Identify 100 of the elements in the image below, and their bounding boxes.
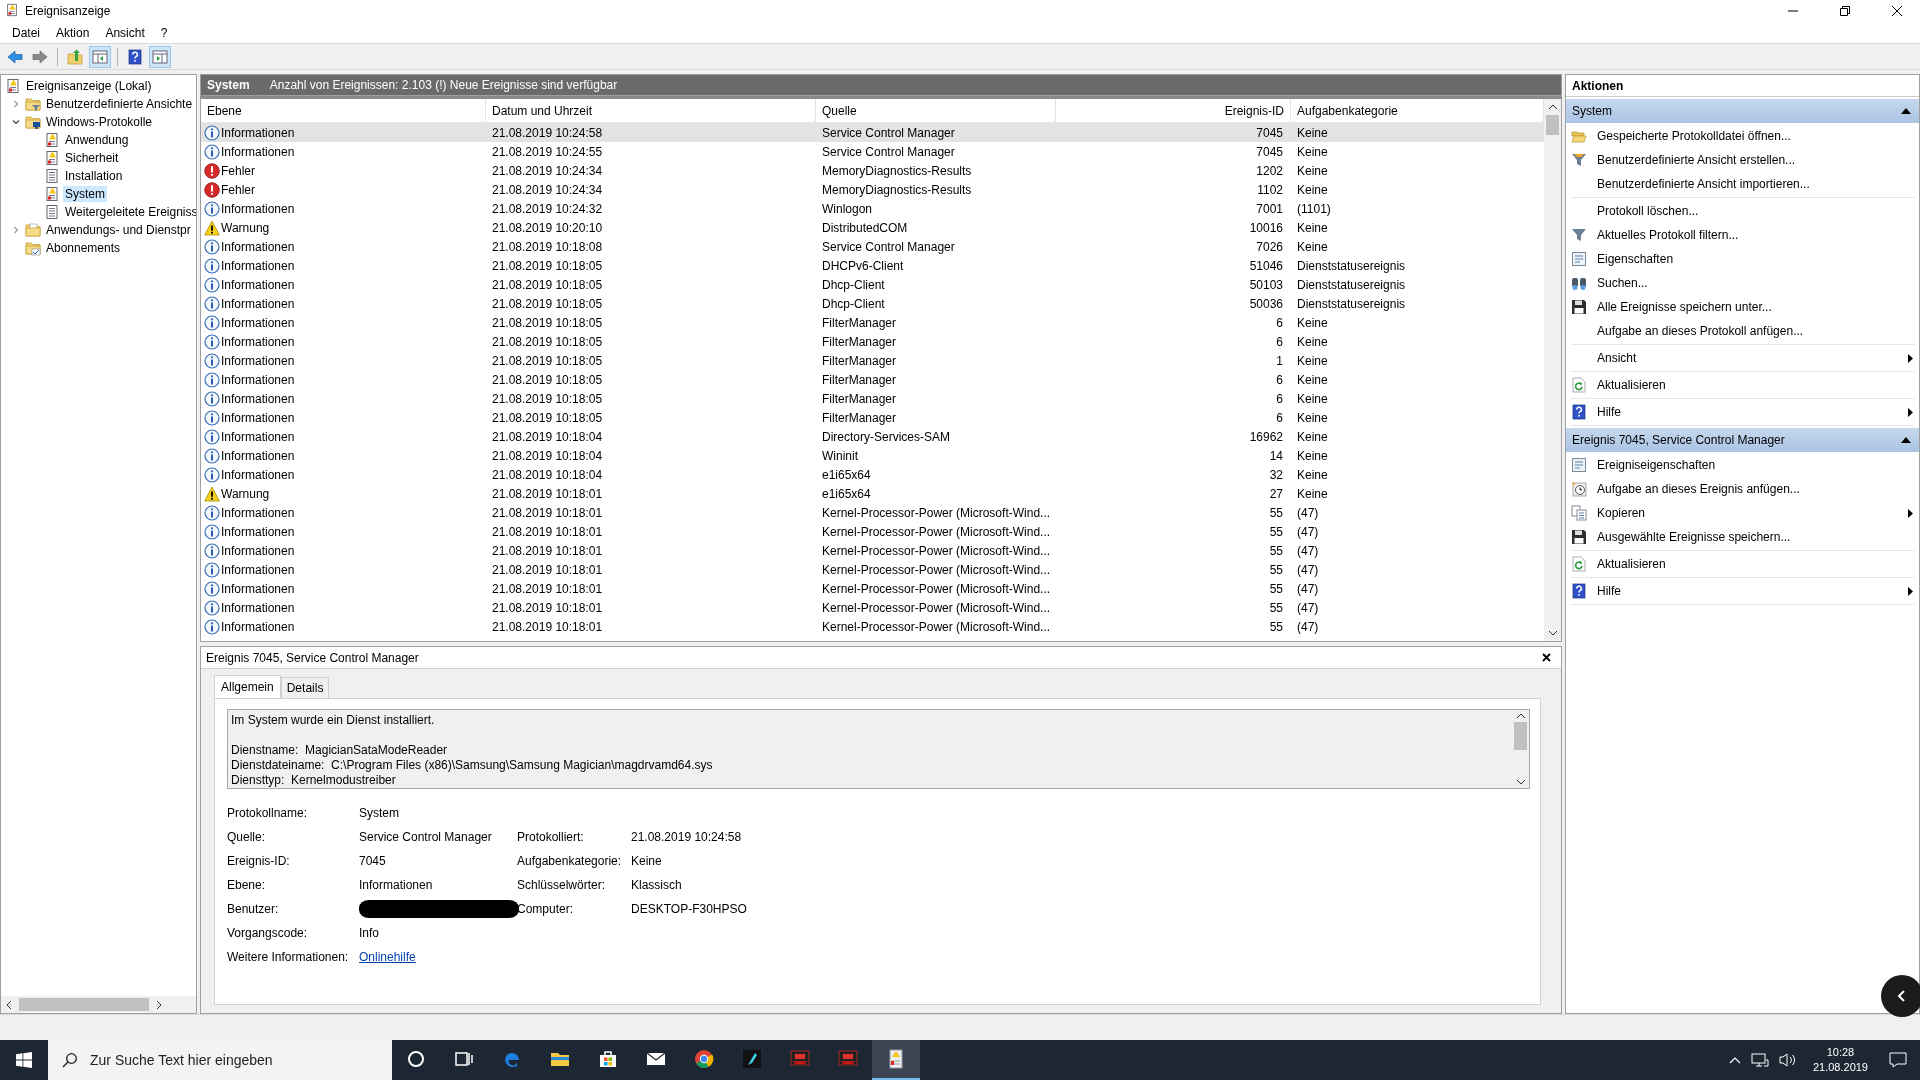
clock-date[interactable]: 21.08.2019 [1812,1060,1868,1075]
collapse-caret-icon[interactable] [1901,108,1911,114]
scroll-up-icon[interactable] [1515,712,1526,720]
table-cell: Informationen [221,410,295,425]
action-label: Suchen... [1597,276,1648,290]
tree-item[interactable]: Benutzerdefinierte Ansichte [44,96,195,112]
table-cell: FilterManager [822,334,897,349]
properties-icon [1571,457,1587,473]
column-header[interactable]: Ereignis-ID [1056,99,1291,122]
action-item[interactable]: Aktualisieren [1571,373,1915,397]
toolbar-button[interactable] [89,45,111,68]
clock-time[interactable]: 10:28 [1826,1045,1855,1060]
column-header[interactable]: Ebene [201,99,486,122]
action-item[interactable]: Aktualisieren [1571,552,1915,576]
action-item[interactable]: Ansicht [1571,346,1915,370]
network-icon[interactable] [1750,1052,1769,1068]
floating-button[interactable] [1881,975,1920,1017]
scrollbar[interactable] [1,996,196,1013]
action-item[interactable]: Gespeicherte Protokolldatei öffnen... [1571,124,1915,148]
action-item[interactable]: Suchen... [1571,271,1915,295]
scroll-up-icon[interactable] [1547,103,1558,111]
action-item[interactable]: Ereigniseigenschaften [1571,453,1915,477]
tree-item[interactable]: Sicherheit [63,150,121,166]
taskbar-button[interactable] [872,1040,920,1080]
table-cell: DHCPv6-Client [822,258,904,273]
action-item[interactable]: Alle Ereignisse speichern unter... [1571,295,1915,319]
menu-item[interactable]: ? [152,23,176,42]
column-header[interactable]: Quelle [816,99,1056,122]
log-icon [44,150,60,166]
log-icon [44,132,60,148]
tree-item[interactable]: Abonnements [44,240,123,256]
action-item[interactable]: Benutzerdefinierte Ansicht erstellen... [1571,148,1915,172]
copy-icon [1571,505,1587,521]
section-header[interactable]: Ereignis 7045, Service Control Manager [1566,428,1919,452]
table-cell: 21.08.2019 10:24:34 [492,163,603,178]
action-label: Aufgabe an dieses Protokoll anfügen... [1597,324,1804,338]
help-link[interactable]: Onlinehilfe [359,950,517,964]
section-header[interactable]: System [1566,99,1919,123]
search-bar[interactable]: Zur Suche Text hier eingeben [48,1040,392,1080]
table-cell: 21.08.2019 10:24:34 [492,182,603,197]
scroll-left-icon[interactable] [5,999,13,1010]
collapse-caret-icon[interactable] [1901,437,1911,443]
log-icon [5,78,21,94]
menu-item[interactable]: Aktion [48,23,98,42]
tree-item[interactable]: Anwendung [63,132,131,148]
action-item[interactable]: Hilfe [1571,579,1915,603]
action-item[interactable]: Eigenschaften [1571,247,1915,271]
scroll-thumb[interactable] [1546,115,1559,135]
table-cell: Keine [1297,429,1328,444]
action-item[interactable]: Aktuelles Protokoll filtern... [1571,223,1915,247]
tree-item[interactable]: Installation [63,168,125,184]
table-cell: 55 [1269,600,1283,615]
scroll-thumb[interactable] [1514,722,1527,750]
panel-title: Ereignis 7045, Service Control Manager [206,650,419,665]
event-count-text: Anzahl von Ereignissen: 2.103 (!) Neue Ereignisse sind verfügbar [269,78,618,92]
tab[interactable]: Details [280,677,330,698]
caret-up-icon[interactable] [1728,1056,1741,1064]
table-cell: 21.08.2019 10:18:05 [492,296,603,311]
help-icon [1571,404,1587,420]
table-cell: 21.08.2019 10:18:05 [492,315,603,330]
action-item[interactable]: Benutzerdefinierte Ansicht importieren... [1571,172,1915,196]
tree-item[interactable]: Ereignisanzeige (Lokal) [24,78,154,94]
field-label: Computer: [517,902,575,916]
restore-icon[interactable] [1839,5,1851,17]
info-icon [204,390,220,407]
field-value: 21.08.2019 10:24:58 [631,830,743,844]
expanded-chevron-icon[interactable] [12,118,20,126]
action-item[interactable]: Aufgabe an dieses Protokoll anfügen... [1571,319,1915,343]
refresh-icon [1571,556,1587,572]
action-item[interactable]: Kopieren [1571,501,1915,525]
action-item[interactable]: Protokoll löschen... [1571,199,1915,223]
table-cell: Informationen [221,372,295,387]
tab[interactable]: Allgemein [214,675,281,698]
scroll-right-icon[interactable] [155,999,163,1010]
scroll-thumb[interactable] [19,998,149,1011]
menu-item[interactable]: Ansicht [97,23,153,42]
action-label: Kopieren [1597,506,1646,520]
scrollbar[interactable] [1544,99,1561,641]
scroll-down-icon[interactable] [1515,778,1526,786]
close-icon[interactable] [1891,5,1903,17]
tree-item[interactable]: System [63,186,107,202]
selected-row[interactable]: Informationen 21.08.2019 10:24:58 Service Control Manager 7045 Keine [201,123,1544,142]
speaker-icon[interactable] [1778,1052,1797,1068]
table-cell: 21.08.2019 10:18:01 [492,505,603,520]
action-item[interactable]: Ausgewählte Ereignisse speichern... [1571,525,1915,549]
tree-item[interactable]: Anwendungs- und Dienstpr [44,222,193,238]
table-cell: Keine [1297,239,1328,254]
tree-item[interactable]: Windows-Protokolle [44,114,155,130]
menu-item[interactable]: Datei [4,23,48,42]
action-label: Aktuelles Protokoll filtern... [1597,228,1739,242]
table-cell: Fehler [221,182,255,197]
toolbar-button[interactable] [149,45,171,68]
column-header[interactable]: Datum und Uhrzeit [486,99,816,122]
search-field[interactable]: Zur Suche Text hier eingeben [88,1051,392,1069]
close-icon[interactable] [1542,653,1551,662]
action-item[interactable]: Aufgabe an dieses Ereignis anfügen... [1571,477,1915,501]
table-cell: 21.08.2019 10:24:32 [492,201,603,216]
action-item[interactable]: Hilfe [1571,400,1915,424]
refresh-icon [1571,377,1587,393]
scroll-down-icon[interactable] [1547,629,1558,637]
